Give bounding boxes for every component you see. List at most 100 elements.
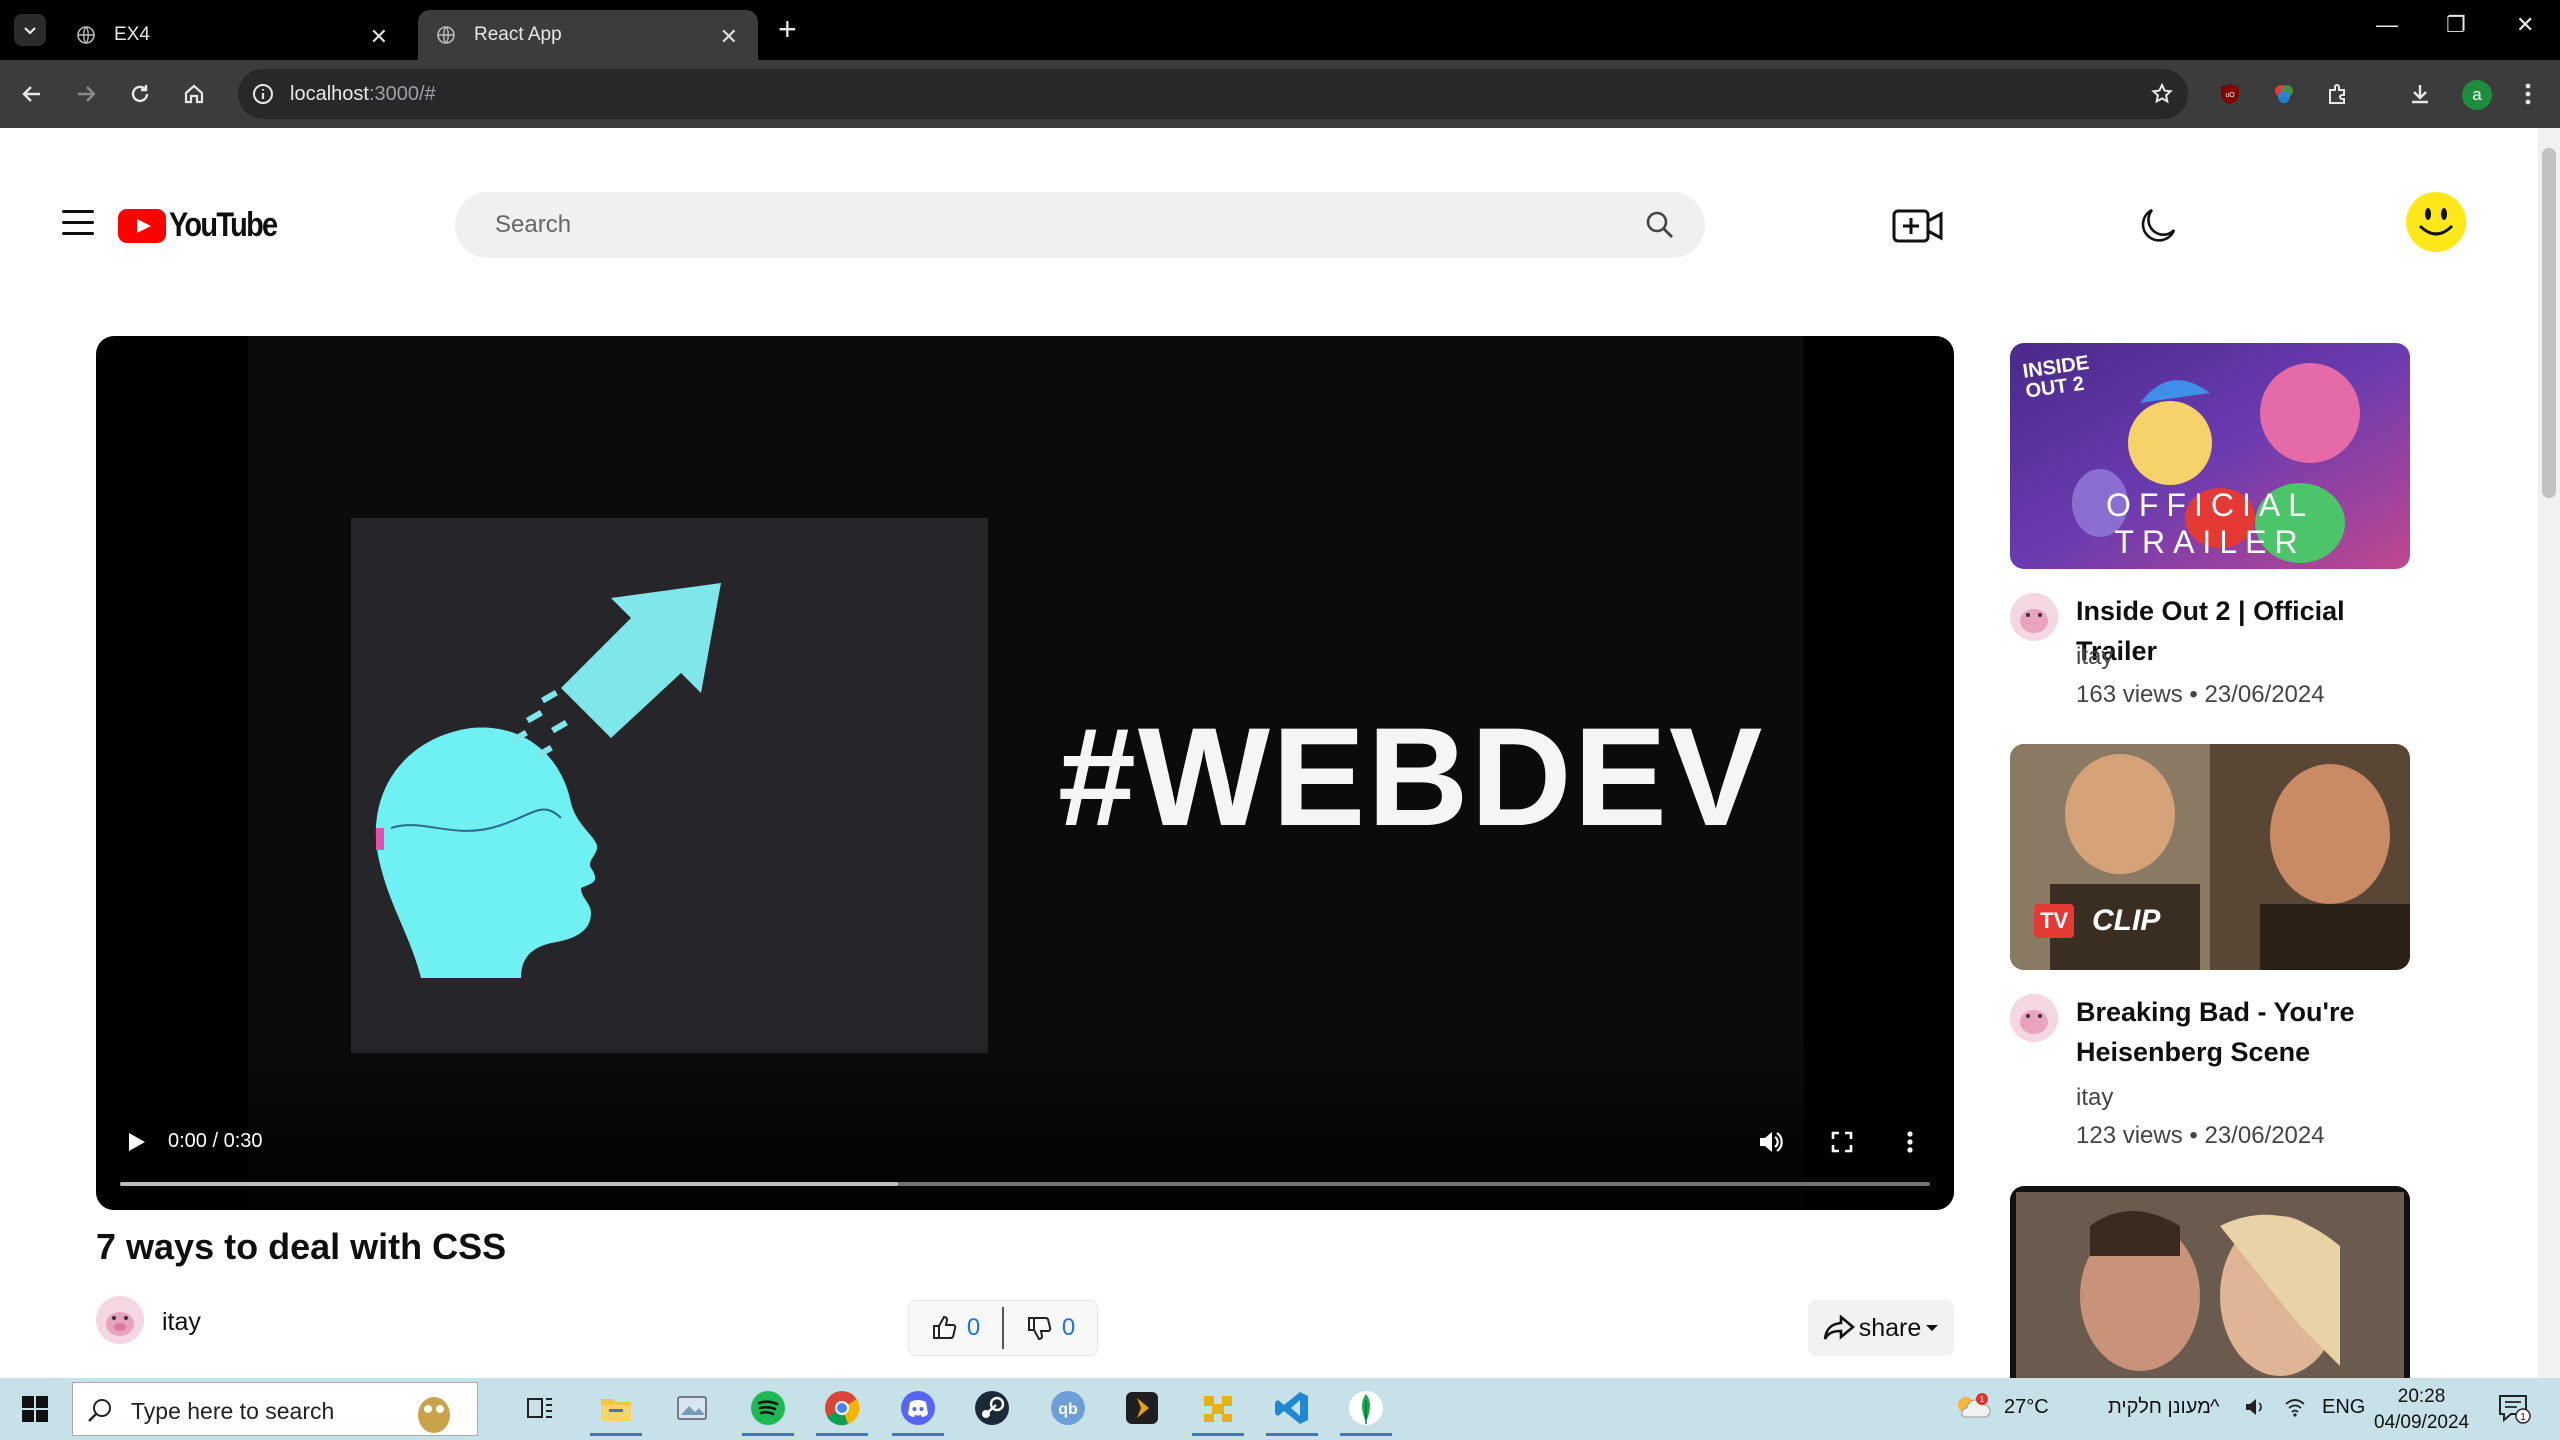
tab-search-button[interactable] <box>14 14 46 46</box>
mongodb-compass-icon[interactable] <box>1340 1388 1392 1436</box>
forward-button[interactable] <box>70 78 102 110</box>
clock-time: 20:28 <box>2397 1386 2446 1407</box>
svg-text:uO: uO <box>2225 92 2235 99</box>
plex-icon[interactable] <box>1122 1388 1162 1428</box>
spotify-icon[interactable] <box>742 1388 794 1436</box>
task-view-icon[interactable] <box>520 1388 560 1428</box>
play-icon[interactable] <box>124 1130 148 1154</box>
reload-icon <box>131 85 149 103</box>
share-arrow-icon <box>1823 1315 1855 1340</box>
file-explorer-icon[interactable] <box>590 1388 642 1436</box>
vscode-icon[interactable] <box>1266 1388 1318 1436</box>
address-bar[interactable]: localhost:3000/# <box>238 69 2188 119</box>
tab-react-app[interactable]: React App ✕ <box>418 10 758 60</box>
new-tab-button[interactable]: + <box>778 12 797 46</box>
back-button[interactable] <box>16 78 48 110</box>
video-overlay-text: #WEBDEV <box>1058 698 1765 855</box>
browser-toolbar: localhost:3000/# uO <box>0 60 2560 128</box>
wifi-icon[interactable] <box>2284 1396 2306 1424</box>
reload-button[interactable] <box>124 78 156 110</box>
bookmark-star-icon[interactable] <box>2150 82 2174 106</box>
home-button[interactable] <box>178 78 210 110</box>
weather-temp[interactable]: 27°C <box>2004 1396 2049 1419</box>
video-progress-bar[interactable] <box>120 1182 1930 1186</box>
video-thumbnail[interactable]: TV CLIP <box>2010 744 2410 970</box>
discord-icon[interactable] <box>892 1388 944 1436</box>
menu-icon[interactable] <box>62 210 94 238</box>
speaker-icon[interactable] <box>2244 1396 2266 1424</box>
kebab-menu-icon[interactable] <box>2514 80 2542 108</box>
notification-count: 1 <box>2520 1412 2526 1423</box>
start-button[interactable] <box>22 1396 48 1422</box>
page-scrollbar[interactable] <box>2538 128 2560 1378</box>
volume-button[interactable] <box>1754 1126 1786 1158</box>
site-info-icon[interactable] <box>252 83 274 105</box>
channel-avatar[interactable] <box>2010 593 2058 641</box>
upload-video-icon[interactable] <box>1892 208 1944 244</box>
rec-title[interactable]: Breaking Bad - You're Heisenberg Scene <box>2076 992 2416 1072</box>
recommended-video[interactable]: INSIDE OUT 2 OFFICIAL TRAILER Inside Out… <box>2010 343 2410 723</box>
close-tab-icon[interactable]: ✕ <box>720 24 738 50</box>
photos-app-icon[interactable] <box>672 1388 712 1428</box>
caret-down-icon <box>1926 1325 1939 1331</box>
download-icon[interactable] <box>2406 80 2434 108</box>
rec-meta: 163 views • 23/06/2024 <box>2076 681 2325 708</box>
video-thumbnail[interactable] <box>2010 1186 2410 1378</box>
chrome-icon[interactable] <box>816 1388 868 1436</box>
dislike-button[interactable]: 0 <box>1004 1301 1097 1355</box>
thumbs-up-icon <box>932 1315 957 1339</box>
rec-channel: itay <box>2076 1084 2114 1111</box>
tab-ex4[interactable]: EX4 ✕ <box>58 10 408 60</box>
video-player[interactable]: #WEBDEV 0:00 / 0:30 <box>96 336 1954 1210</box>
rec-date: 23/06/2024 <box>2204 1122 2325 1149</box>
color-extension-icon[interactable] <box>2270 80 2298 108</box>
qbittorrent-icon[interactable]: qb <box>1048 1388 1088 1428</box>
extensions-puzzle-icon[interactable] <box>2324 80 2352 108</box>
window-close-icon[interactable]: ✕ <box>2516 12 2534 38</box>
profile-avatar[interactable]: a <box>2462 80 2492 110</box>
steam-icon[interactable] <box>972 1388 1012 1428</box>
fullscreen-button[interactable] <box>1826 1126 1858 1158</box>
windows-taskbar: Type here to search qb 1 27°C מעונן חלקי… <box>0 1378 2560 1440</box>
channel-avatar[interactable] <box>96 1296 144 1344</box>
pig-avatar-icon <box>96 1296 144 1344</box>
network-app-icon[interactable] <box>1192 1388 1244 1436</box>
scrollbar-thumb[interactable] <box>2542 148 2556 498</box>
close-tab-icon[interactable]: ✕ <box>370 24 388 50</box>
minimize-icon[interactable]: — <box>2376 12 2398 38</box>
notifications-icon[interactable]: 1 <box>2494 1388 2534 1428</box>
like-button[interactable]: 0 <box>909 1301 1002 1355</box>
restore-icon[interactable]: ❐ <box>2446 12 2466 38</box>
more-vertical-icon <box>1907 1131 1913 1153</box>
volume-icon <box>1760 1132 1783 1152</box>
search-input[interactable] <box>495 206 1595 244</box>
weather-description[interactable]: מעונן חלקית <box>2108 1396 2211 1419</box>
share-button[interactable]: share <box>1808 1300 1954 1356</box>
globe-icon <box>77 26 95 44</box>
channel-name[interactable]: itay <box>162 1308 201 1337</box>
thumb-tag: INSIDE OUT 2 <box>2021 351 2091 403</box>
dislike-count: 0 <box>1061 1314 1076 1341</box>
recommended-video[interactable]: TV CLIP Breaking Bad - You're Heisenberg… <box>2010 744 2410 1149</box>
user-avatar[interactable] <box>2406 192 2466 252</box>
tray-chevron-icon[interactable]: ^ <box>2210 1396 2219 1419</box>
weather-icon[interactable]: 1 <box>1952 1388 1992 1428</box>
rec-views: 123 views <box>2076 1122 2183 1149</box>
arrow-right-icon <box>78 86 96 102</box>
youtube-logo[interactable]: YouTube <box>118 206 295 245</box>
video-graphic-panel <box>351 518 988 1053</box>
video-thumbnail[interactable]: INSIDE OUT 2 OFFICIAL TRAILER <box>2010 343 2410 569</box>
ublock-extension-icon[interactable]: uO <box>2216 80 2244 108</box>
dark-mode-moon-icon[interactable] <box>2138 204 2180 246</box>
rec-title[interactable]: Inside Out 2 | Official Trailer <box>2076 591 2416 671</box>
language-indicator[interactable]: ENG <box>2322 1396 2365 1419</box>
search-icon[interactable] <box>1645 210 1675 240</box>
player-more-button[interactable] <box>1894 1126 1926 1158</box>
pig-avatar-icon <box>2010 994 2058 1042</box>
couple-thumbnail-art <box>2016 1192 2404 1378</box>
tab-title: React App <box>474 24 562 45</box>
channel-avatar[interactable] <box>2010 994 2058 1042</box>
taskbar-clock[interactable]: 20:28 04/09/2024 <box>2374 1384 2469 1436</box>
taskbar-search[interactable]: Type here to search <box>72 1382 478 1436</box>
recommended-video[interactable] <box>2010 1186 2410 1378</box>
